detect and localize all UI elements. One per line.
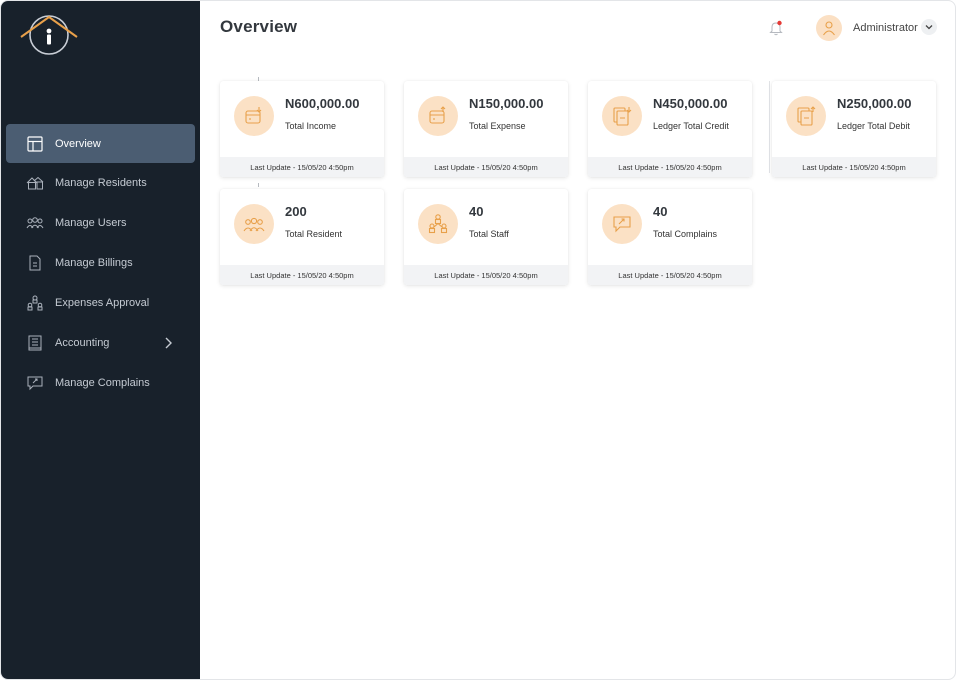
- sidebar-item-accounting[interactable]: Accounting: [6, 323, 195, 363]
- sidebar-item-billings[interactable]: Manage Billings: [6, 243, 195, 283]
- sidebar-item-expenses-approval[interactable]: Expenses Approval: [6, 283, 195, 323]
- stat-card-total-income[interactable]: N600,000.00 Total Income Last Update - 1…: [220, 81, 384, 177]
- dashboard-icon: [26, 135, 44, 153]
- sidebar-item-overview[interactable]: Overview: [6, 124, 195, 163]
- last-update: Last Update - 15/05/20 4:50pm: [404, 265, 568, 285]
- last-update: Last Update - 15/05/20 4:50pm: [588, 265, 752, 285]
- sidebar-item-label: Manage Residents: [55, 177, 147, 189]
- avatar[interactable]: [816, 15, 842, 41]
- sidebar-item-residents[interactable]: Manage Residents: [6, 163, 195, 203]
- stat-value: 40: [653, 204, 668, 219]
- stat-label: Ledger Total Debit: [837, 121, 910, 131]
- billing-icon: [26, 254, 44, 272]
- accounting-icon: [26, 334, 44, 352]
- chevron-right-icon: [163, 336, 173, 350]
- stat-label: Total Resident: [285, 229, 343, 239]
- stat-value: 200: [285, 204, 307, 219]
- stat-value: N250,000.00: [837, 96, 912, 111]
- stat-card-ledger-debit[interactable]: N250,000.00 Ledger Total Debit Last Upda…: [772, 81, 936, 177]
- complain-icon: [602, 204, 642, 244]
- stat-card-ledger-credit[interactable]: N450,000.00 Ledger Total Credit Last Upd…: [588, 81, 752, 177]
- sidebar-item-label: Manage Users: [55, 217, 127, 229]
- ledger-credit-icon: [602, 96, 642, 136]
- last-update: Last Update - 15/05/20 4:50pm: [404, 157, 568, 177]
- stat-card-total-staff[interactable]: 40 Total Staff Last Update - 15/05/20 4:…: [404, 189, 568, 285]
- wallet-in-icon: [234, 96, 274, 136]
- sidebar-item-complains[interactable]: Manage Complains: [6, 363, 195, 403]
- stat-card-total-resident[interactable]: 200 Total Resident Last Update - 15/05/2…: [220, 189, 384, 285]
- last-update: Last Update - 15/05/20 4:50pm: [220, 265, 384, 285]
- sidebar-item-label: Overview: [55, 137, 101, 150]
- sidebar: Overview Manage Residents Manage Users M…: [1, 1, 200, 679]
- users-icon: [26, 214, 44, 232]
- sidebar-nav: Overview Manage Residents Manage Users M…: [6, 124, 195, 403]
- stat-value: N150,000.00: [469, 96, 544, 111]
- sidebar-item-label: Expenses Approval: [55, 297, 150, 309]
- wallet-out-icon: [418, 96, 458, 136]
- app-window: Overview Manage Residents Manage Users M…: [0, 0, 956, 680]
- sidebar-item-label: Accounting: [55, 337, 110, 349]
- stat-value: N450,000.00: [653, 96, 728, 111]
- sidebar-item-label: Manage Complains: [55, 377, 150, 389]
- complains-icon: [26, 374, 44, 392]
- stat-value: 40: [469, 204, 484, 219]
- residents-group-icon: [234, 204, 274, 244]
- stat-card-total-complains[interactable]: 40 Total Complains Last Update - 15/05/2…: [588, 189, 752, 285]
- page-title: Overview: [220, 17, 298, 36]
- stat-label: Ledger Total Credit: [653, 121, 729, 131]
- last-update: Last Update - 15/05/20 4:50pm: [220, 157, 384, 177]
- last-update: Last Update - 15/05/20 4:50pm: [772, 157, 936, 177]
- stat-value: N600,000.00: [285, 96, 360, 111]
- sidebar-item-label: Manage Billings: [55, 257, 133, 269]
- divider: [769, 81, 770, 173]
- stat-card-total-expense[interactable]: N150,000.00 Total Expense Last Update - …: [404, 81, 568, 177]
- logo[interactable]: [19, 13, 79, 57]
- staff-icon: [418, 204, 458, 244]
- user-name[interactable]: Administrator: [853, 22, 918, 34]
- stat-label: Total Staff: [469, 229, 509, 239]
- stat-label: Total Expense: [469, 121, 526, 131]
- notification-bell-icon[interactable]: [769, 20, 783, 36]
- chevron-down-icon[interactable]: [921, 19, 937, 35]
- approval-icon: [26, 294, 44, 312]
- stat-label: Total Complains: [653, 229, 718, 239]
- stat-label: Total Income: [285, 121, 337, 131]
- residents-icon: [26, 174, 44, 192]
- sidebar-item-users[interactable]: Manage Users: [6, 203, 195, 243]
- tick-mark: [258, 183, 259, 187]
- last-update: Last Update - 15/05/20 4:50pm: [588, 157, 752, 177]
- ledger-debit-icon: [786, 96, 826, 136]
